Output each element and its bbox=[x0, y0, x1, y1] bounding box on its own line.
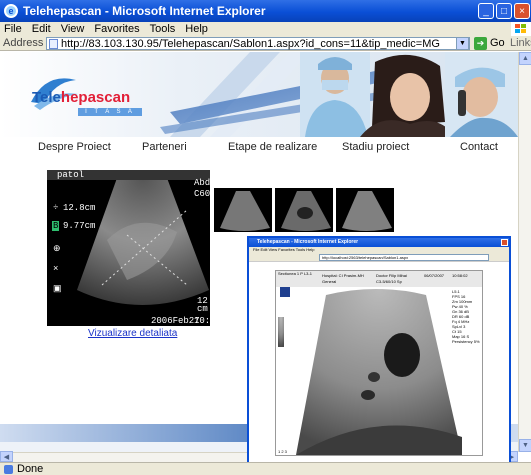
ultrasound-main-image[interactable]: patol ÷ 12.8cm B 9.77cm ⊕ × ▣ Abd C60 12… bbox=[47, 170, 210, 326]
measure-plus-icon: ÷ bbox=[53, 203, 59, 213]
detail-link[interactable]: Vizualizare detaliata bbox=[88, 328, 177, 339]
depth-unit: cm bbox=[197, 304, 208, 314]
vertical-scrollbar[interactable]: ▲ ▼ bbox=[518, 52, 531, 452]
thumbnail-3[interactable] bbox=[336, 188, 394, 232]
popup-close-icon[interactable] bbox=[501, 239, 508, 246]
nav-despre-proiect[interactable]: Despre Proiect bbox=[38, 141, 111, 153]
popup-title-bar: Telehepascan - Microsoft Internet Explor… bbox=[249, 238, 509, 247]
mode-label: Abd bbox=[194, 178, 210, 188]
popup-address[interactable]: http://localhost:2563/telehepascan/Sablo… bbox=[319, 254, 489, 261]
address-input[interactable]: http://83.103.130.95/Telehepascan/Sablon… bbox=[46, 37, 470, 50]
popup-toolbar: http://localhost:2563/telehepascan/Sablo… bbox=[249, 253, 509, 262]
popup-params: L5.1 FPS 16 Zm 100mm Pw 40 % Gn 36 dB DR 60 d… bbox=[452, 289, 480, 344]
thumbnail-2[interactable] bbox=[275, 188, 333, 232]
menu-bar: File Edit View Favorites Tools Help bbox=[0, 22, 531, 36]
menu-view[interactable]: View bbox=[61, 23, 85, 35]
scroll-down-icon[interactable]: ▼ bbox=[519, 439, 531, 452]
popup-window[interactable]: Telehepascan - Microsoft Internet Explor… bbox=[247, 236, 511, 474]
window-title-bar: e Telehepascan - Microsoft Internet Expl… bbox=[0, 0, 531, 22]
close-button[interactable]: × bbox=[514, 3, 530, 19]
measure-box-icon: B bbox=[52, 221, 60, 231]
page-done-icon bbox=[4, 464, 13, 474]
distance-1: 12.8cm bbox=[63, 203, 96, 213]
nav-parteneri[interactable]: Parteneri bbox=[142, 141, 187, 153]
scan-time: 10:08 bbox=[194, 316, 210, 326]
scroll-left-icon[interactable]: ◀ bbox=[0, 451, 13, 462]
links-label[interactable]: Links bbox=[510, 37, 531, 49]
menu-favorites[interactable]: Favorites bbox=[94, 23, 139, 35]
thumbnail-1[interactable] bbox=[214, 188, 272, 232]
probe-label: C60 bbox=[194, 189, 210, 199]
status-text: Done bbox=[17, 463, 44, 475]
address-label: Address bbox=[3, 37, 44, 49]
cross-icon: × bbox=[53, 264, 59, 274]
nav-contact[interactable]: Contact bbox=[460, 141, 498, 153]
logo-text: Telehepascan bbox=[32, 89, 131, 106]
marker-icon: ▣ bbox=[53, 284, 62, 294]
go-button[interactable]: Go bbox=[490, 37, 505, 49]
crosshair-icon: ⊕ bbox=[53, 244, 61, 254]
page-icon bbox=[49, 38, 58, 49]
status-bar: Done bbox=[0, 462, 531, 475]
menu-file[interactable]: File bbox=[4, 23, 22, 35]
address-url: http://83.103.130.95/Telehepascan/Sablon… bbox=[61, 37, 440, 50]
menu-tools[interactable]: Tools bbox=[150, 23, 176, 35]
preset-label: patol bbox=[57, 170, 85, 180]
go-arrow-icon[interactable]: ➔ bbox=[474, 37, 487, 50]
popup-content: Sectiunea 1 P L3-1 Hospital: CI Prasim-M… bbox=[249, 262, 509, 462]
minimize-button[interactable]: _ bbox=[478, 3, 494, 19]
menu-edit[interactable]: Edit bbox=[32, 23, 51, 35]
window-title: Telehepascan - Microsoft Internet Explor… bbox=[23, 4, 266, 18]
windows-logo-icon bbox=[511, 22, 531, 36]
nav-etape-de-realizare[interactable]: Etape de realizare bbox=[228, 141, 317, 153]
ie-app-icon: e bbox=[4, 4, 18, 18]
popup-page-counter: 1 2 3 bbox=[278, 449, 287, 454]
address-bar: Address http://83.103.130.95/Telehepasca… bbox=[0, 36, 531, 51]
scan-date: 2006Feb27 bbox=[151, 316, 200, 326]
distance-2: 9.77cm bbox=[63, 221, 96, 231]
nav-stadiu-proiect[interactable]: Stadiu proiect bbox=[342, 141, 409, 153]
maximize-button[interactable]: □ bbox=[496, 3, 512, 19]
chevron-down-icon[interactable]: ▼ bbox=[456, 37, 469, 50]
menu-help[interactable]: Help bbox=[185, 23, 208, 35]
popup-ultrasound: Sectiunea 1 P L3-1 Hospital: CI Prasim-M… bbox=[275, 270, 483, 456]
scroll-up-icon[interactable]: ▲ bbox=[519, 52, 531, 65]
logo-subtitle: I T A S A bbox=[78, 108, 142, 116]
